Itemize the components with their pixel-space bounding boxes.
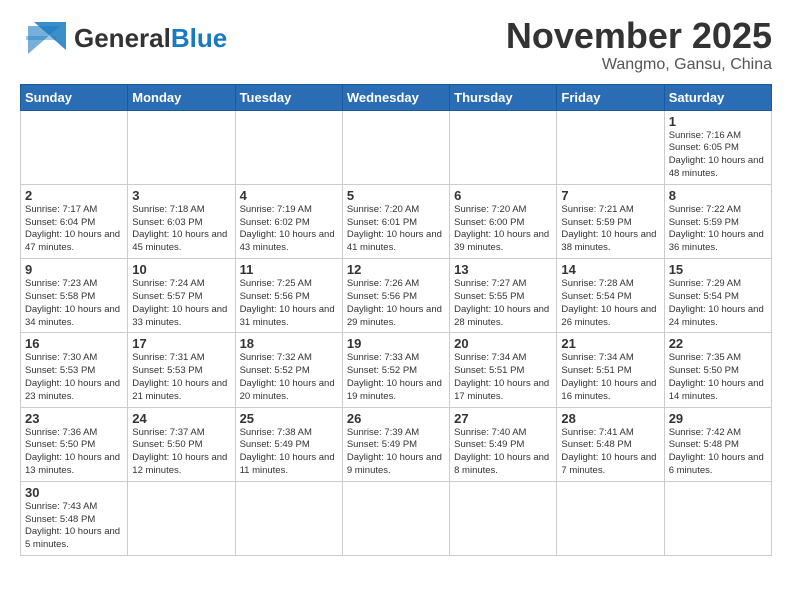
page: GeneralBlue November 2025 Wangmo, Gansu,… <box>0 0 792 566</box>
day-12: 12 Sunrise: 7:26 AM Sunset: 5:56 PM Dayl… <box>342 259 449 333</box>
calendar-row-4: 16 Sunrise: 7:30 AM Sunset: 5:53 PM Dayl… <box>21 333 772 407</box>
day-10: 10 Sunrise: 7:24 AM Sunset: 5:57 PM Dayl… <box>128 259 235 333</box>
empty-cell <box>557 481 664 555</box>
day-1: 1 Sunrise: 7:16 AM Sunset: 6:05 PM Dayli… <box>664 110 771 184</box>
day-11: 11 Sunrise: 7:25 AM Sunset: 5:56 PM Dayl… <box>235 259 342 333</box>
logo-text: GeneralBlue <box>74 25 227 51</box>
calendar: Sunday Monday Tuesday Wednesday Thursday… <box>20 84 772 557</box>
calendar-row-5: 23 Sunrise: 7:36 AM Sunset: 5:50 PM Dayl… <box>21 407 772 481</box>
day-2: 2 Sunrise: 7:17 AM Sunset: 6:04 PM Dayli… <box>21 184 128 258</box>
empty-cell <box>557 110 664 184</box>
day-24: 24 Sunrise: 7:37 AM Sunset: 5:50 PM Dayl… <box>128 407 235 481</box>
day-7: 7 Sunrise: 7:21 AM Sunset: 5:59 PM Dayli… <box>557 184 664 258</box>
day-4: 4 Sunrise: 7:19 AM Sunset: 6:02 PM Dayli… <box>235 184 342 258</box>
day-16: 16 Sunrise: 7:30 AM Sunset: 5:53 PM Dayl… <box>21 333 128 407</box>
day-19: 19 Sunrise: 7:33 AM Sunset: 5:52 PM Dayl… <box>342 333 449 407</box>
day-25: 25 Sunrise: 7:38 AM Sunset: 5:49 PM Dayl… <box>235 407 342 481</box>
title-area: November 2025 Wangmo, Gansu, China <box>506 16 772 74</box>
empty-cell <box>450 110 557 184</box>
col-wednesday: Wednesday <box>342 84 449 110</box>
calendar-row-2: 2 Sunrise: 7:17 AM Sunset: 6:04 PM Dayli… <box>21 184 772 258</box>
day-21: 21 Sunrise: 7:34 AM Sunset: 5:51 PM Dayl… <box>557 333 664 407</box>
day-28: 28 Sunrise: 7:41 AM Sunset: 5:48 PM Dayl… <box>557 407 664 481</box>
day-5: 5 Sunrise: 7:20 AM Sunset: 6:01 PM Dayli… <box>342 184 449 258</box>
day-29: 29 Sunrise: 7:42 AM Sunset: 5:48 PM Dayl… <box>664 407 771 481</box>
day-14: 14 Sunrise: 7:28 AM Sunset: 5:54 PM Dayl… <box>557 259 664 333</box>
day-3: 3 Sunrise: 7:18 AM Sunset: 6:03 PM Dayli… <box>128 184 235 258</box>
col-thursday: Thursday <box>450 84 557 110</box>
col-saturday: Saturday <box>664 84 771 110</box>
empty-cell <box>128 481 235 555</box>
calendar-header-row: Sunday Monday Tuesday Wednesday Thursday… <box>21 84 772 110</box>
logo: GeneralBlue <box>20 16 227 60</box>
col-sunday: Sunday <box>21 84 128 110</box>
header: GeneralBlue November 2025 Wangmo, Gansu,… <box>20 16 772 74</box>
empty-cell <box>235 481 342 555</box>
col-friday: Friday <box>557 84 664 110</box>
col-monday: Monday <box>128 84 235 110</box>
calendar-row-3: 9 Sunrise: 7:23 AM Sunset: 5:58 PM Dayli… <box>21 259 772 333</box>
calendar-row-1: 1 Sunrise: 7:16 AM Sunset: 6:05 PM Dayli… <box>21 110 772 184</box>
day-8: 8 Sunrise: 7:22 AM Sunset: 5:59 PM Dayli… <box>664 184 771 258</box>
day-6: 6 Sunrise: 7:20 AM Sunset: 6:00 PM Dayli… <box>450 184 557 258</box>
day-22: 22 Sunrise: 7:35 AM Sunset: 5:50 PM Dayl… <box>664 333 771 407</box>
day-15: 15 Sunrise: 7:29 AM Sunset: 5:54 PM Dayl… <box>664 259 771 333</box>
day-30: 30 Sunrise: 7:43 AM Sunset: 5:48 PM Dayl… <box>21 481 128 555</box>
empty-cell <box>21 110 128 184</box>
day-23: 23 Sunrise: 7:36 AM Sunset: 5:50 PM Dayl… <box>21 407 128 481</box>
col-tuesday: Tuesday <box>235 84 342 110</box>
empty-cell <box>342 481 449 555</box>
empty-cell <box>235 110 342 184</box>
location: Wangmo, Gansu, China <box>506 56 772 74</box>
day-18: 18 Sunrise: 7:32 AM Sunset: 5:52 PM Dayl… <box>235 333 342 407</box>
month-title: November 2025 <box>506 16 772 56</box>
day-13: 13 Sunrise: 7:27 AM Sunset: 5:55 PM Dayl… <box>450 259 557 333</box>
day-27: 27 Sunrise: 7:40 AM Sunset: 5:49 PM Dayl… <box>450 407 557 481</box>
empty-cell <box>342 110 449 184</box>
day-17: 17 Sunrise: 7:31 AM Sunset: 5:53 PM Dayl… <box>128 333 235 407</box>
empty-cell <box>128 110 235 184</box>
logo-icon <box>20 16 72 60</box>
day-9: 9 Sunrise: 7:23 AM Sunset: 5:58 PM Dayli… <box>21 259 128 333</box>
day-26: 26 Sunrise: 7:39 AM Sunset: 5:49 PM Dayl… <box>342 407 449 481</box>
empty-cell <box>450 481 557 555</box>
calendar-row-6: 30 Sunrise: 7:43 AM Sunset: 5:48 PM Dayl… <box>21 481 772 555</box>
day-20: 20 Sunrise: 7:34 AM Sunset: 5:51 PM Dayl… <box>450 333 557 407</box>
empty-cell <box>664 481 771 555</box>
